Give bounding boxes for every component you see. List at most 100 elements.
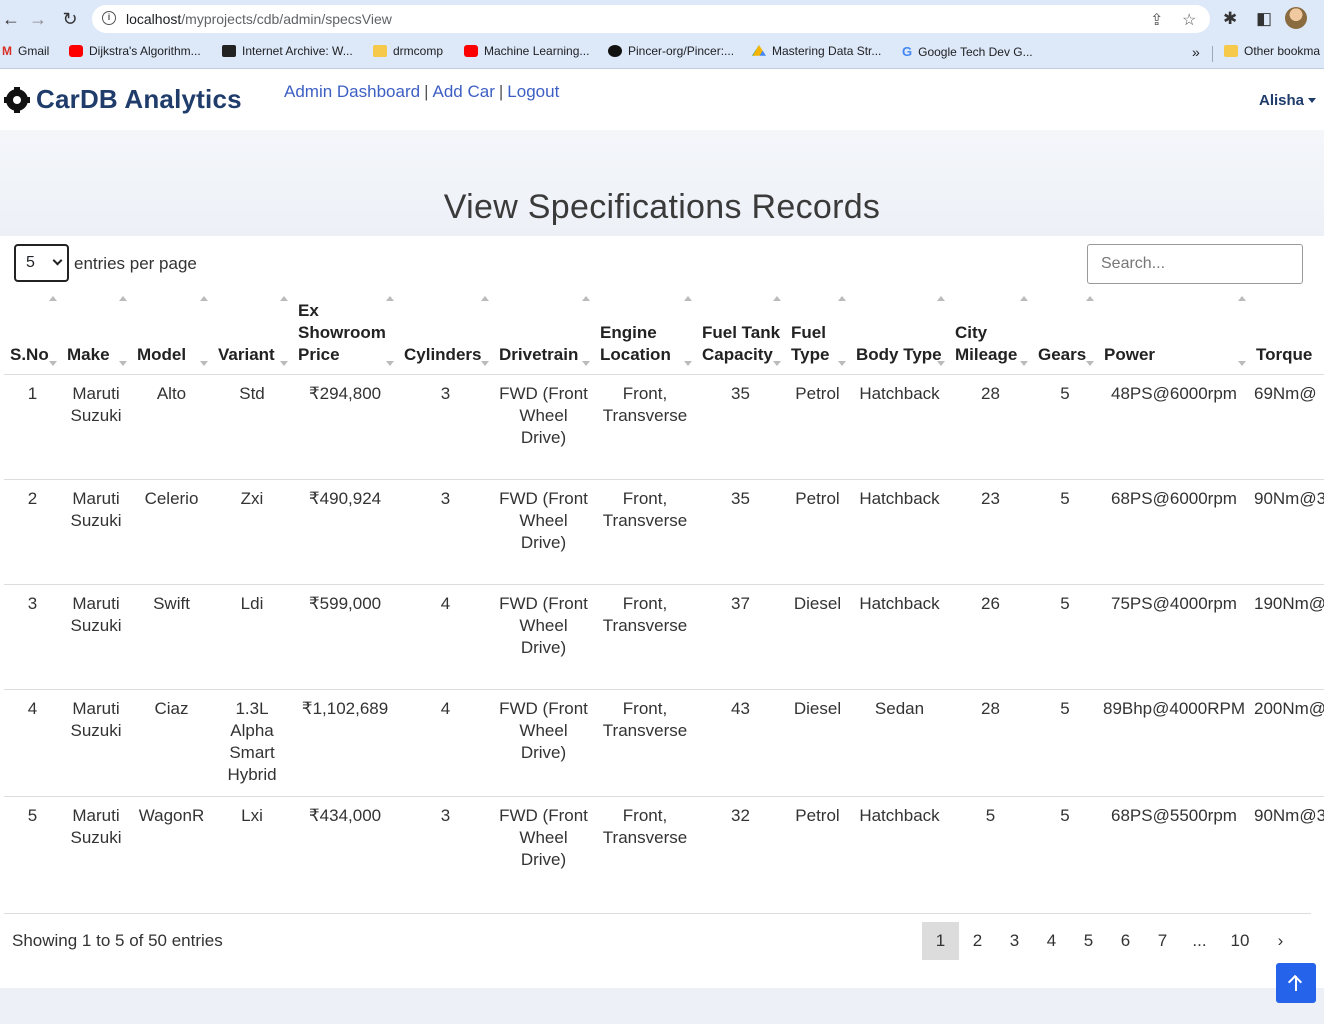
extensions-puzzle-icon[interactable]: ✱: [1223, 9, 1237, 29]
pagination-page[interactable]: 10: [1218, 922, 1262, 960]
address-bar[interactable]: i localhost/myprojects/cdb/admin/specsVi…: [92, 5, 1210, 33]
table-cell: 35: [696, 479, 785, 585]
table-cell: FWD (Front Wheel Drive): [493, 584, 594, 690]
folder-icon: [373, 45, 387, 57]
url-text[interactable]: localhost/myprojects/cdb/admin/specsView: [126, 11, 392, 27]
user-menu-dropdown[interactable]: Alisha: [1259, 92, 1316, 109]
sort-arrows-icon: [771, 296, 781, 366]
table-row: 5 Maruti Suzuki WagonR Lxi ₹434,000 3 FWD (Fro…: [4, 796, 1324, 898]
column-header[interactable]: City Mileage: [949, 296, 1032, 375]
nav-separator: |: [498, 82, 504, 101]
pagination-page[interactable]: 6: [1107, 922, 1144, 960]
browser-toolbar: ← → ↻ i localhost/myprojects/cdb/admin/s…: [0, 0, 1324, 38]
table-cell: ₹599,000: [292, 584, 398, 690]
column-header[interactable]: Body Type: [850, 296, 949, 375]
table-cell: Ciaz: [131, 689, 212, 797]
pagination-page[interactable]: 1: [922, 922, 959, 960]
table-cell: 3: [4, 584, 61, 690]
profile-avatar[interactable]: [1285, 7, 1307, 29]
table-cell: 4: [398, 689, 493, 797]
column-header[interactable]: Engine Location: [594, 296, 696, 375]
bookmark-mastering-data[interactable]: Mastering Data Str...: [752, 44, 881, 58]
table-cell: Petrol: [785, 479, 850, 585]
pagination-next[interactable]: ›: [1262, 922, 1299, 960]
column-header[interactable]: Power: [1098, 296, 1250, 375]
back-arrow-icon[interactable]: ←: [0, 8, 22, 30]
column-header[interactable]: Torque: [1250, 296, 1324, 375]
column-header[interactable]: Drivetrain: [493, 296, 594, 375]
sort-arrows-icon: [479, 296, 489, 366]
brand-name: CarDB Analytics: [36, 84, 242, 114]
bookmark-internet-archive[interactable]: Internet Archive: W...: [222, 44, 353, 58]
table-cell: Hatchback: [850, 796, 949, 898]
sort-arrows-icon: [1084, 296, 1094, 366]
table-cell: Celerio: [131, 479, 212, 585]
search-input[interactable]: [1087, 244, 1303, 284]
table-cell: FWD (Front Wheel Drive): [493, 479, 594, 585]
pagination-page[interactable]: 5: [1070, 922, 1107, 960]
column-header-label: Fuel Type: [791, 323, 830, 364]
bookmark-drmcomp[interactable]: drmcomp: [373, 44, 443, 58]
forward-arrow-icon[interactable]: →: [27, 8, 49, 30]
column-header-label: Body Type: [856, 345, 942, 364]
column-header-label: Cylinders: [404, 345, 482, 364]
bookmark-google-tech[interactable]: G Google Tech Dev G...: [902, 44, 1033, 59]
table-cell: 26: [949, 584, 1032, 690]
table-cell: Maruti Suzuki: [61, 584, 131, 690]
pagination-page[interactable]: 7: [1144, 922, 1181, 960]
column-header[interactable]: Ex Showroom Price: [292, 296, 398, 375]
chevron-down-icon: [52, 255, 63, 266]
sort-arrows-icon: [935, 296, 945, 366]
table-cell: 5: [1032, 689, 1098, 797]
table-cell: 75PS@4000rpm: [1098, 584, 1250, 690]
bookmark-machine-learning[interactable]: Machine Learning...: [464, 44, 589, 58]
column-header[interactable]: Gears: [1032, 296, 1098, 375]
brand[interactable]: CarDB Analytics: [4, 84, 242, 115]
table-cell: 1.3L Alpha Smart Hybrid: [212, 689, 292, 797]
share-icon[interactable]: ⇪: [1150, 10, 1163, 30]
scroll-to-top-button[interactable]: [1276, 963, 1316, 1003]
column-header[interactable]: S.No: [4, 296, 61, 375]
column-header-label: Power: [1104, 345, 1156, 364]
table-cell: Diesel: [785, 689, 850, 797]
bookmark-gmail[interactable]: M Gmail: [2, 44, 49, 58]
pagination-page[interactable]: 4: [1033, 922, 1070, 960]
column-header[interactable]: Variant: [212, 296, 292, 375]
bookmark-dijkstra[interactable]: Dijkstra's Algorithm...: [69, 44, 201, 58]
table-cell: 5: [1032, 479, 1098, 585]
site-info-icon[interactable]: i: [102, 11, 116, 25]
specs-table: S.No Make Model Variant Ex Showroom Pric…: [4, 296, 1324, 898]
bookmark-label: Gmail: [18, 44, 50, 58]
nav-logout-link[interactable]: Logout: [507, 82, 559, 101]
column-header[interactable]: Fuel Type: [785, 296, 850, 375]
bookmarks-overflow-button[interactable]: »: [1192, 44, 1200, 60]
pagination: 1 2 3 4 5 6 7... 10 ›: [922, 922, 1299, 960]
youtube-icon: [69, 45, 83, 57]
bookmark-star-icon[interactable]: ☆: [1182, 10, 1196, 30]
reload-icon[interactable]: ↻: [59, 8, 81, 30]
nav-admin-dashboard-link[interactable]: Admin Dashboard: [284, 82, 420, 101]
bookmark-pincer[interactable]: Pincer-org/Pincer:...: [608, 44, 734, 58]
table-cell: 43: [696, 689, 785, 797]
entries-per-page-select[interactable]: 5: [14, 244, 69, 282]
column-header[interactable]: Fuel Tank Capacity: [696, 296, 785, 375]
table-cell: 5: [4, 796, 61, 898]
side-panel-icon[interactable]: ◧: [1256, 9, 1272, 29]
pagination-page[interactable]: 2: [959, 922, 996, 960]
page-title: View Specifications Records: [443, 188, 881, 226]
bookmark-label: Internet Archive: W...: [242, 44, 353, 58]
pagination-ellipsis: ...: [1192, 931, 1207, 950]
column-header[interactable]: Cylinders: [398, 296, 493, 375]
table-cell: ₹490,924: [292, 479, 398, 585]
column-header-label: Variant: [218, 345, 275, 364]
app-navbar: CarDB Analytics Admin Dashboard | Add Car |…: [0, 70, 1324, 130]
nav-add-car-link[interactable]: Add Car: [433, 82, 495, 101]
table-cell: Hatchback: [850, 584, 949, 690]
column-header-label: Engine Location: [600, 323, 671, 364]
pagination-page[interactable]: 3: [996, 922, 1033, 960]
column-header[interactable]: Model: [131, 296, 212, 375]
table-row: 1 Maruti Suzuki Alto Std ₹294,800 3 FWD (Front…: [4, 374, 1324, 480]
column-header[interactable]: Make: [61, 296, 131, 375]
bookmark-other[interactable]: Other bookma: [1224, 44, 1320, 58]
table-cell: 5: [1032, 796, 1098, 898]
